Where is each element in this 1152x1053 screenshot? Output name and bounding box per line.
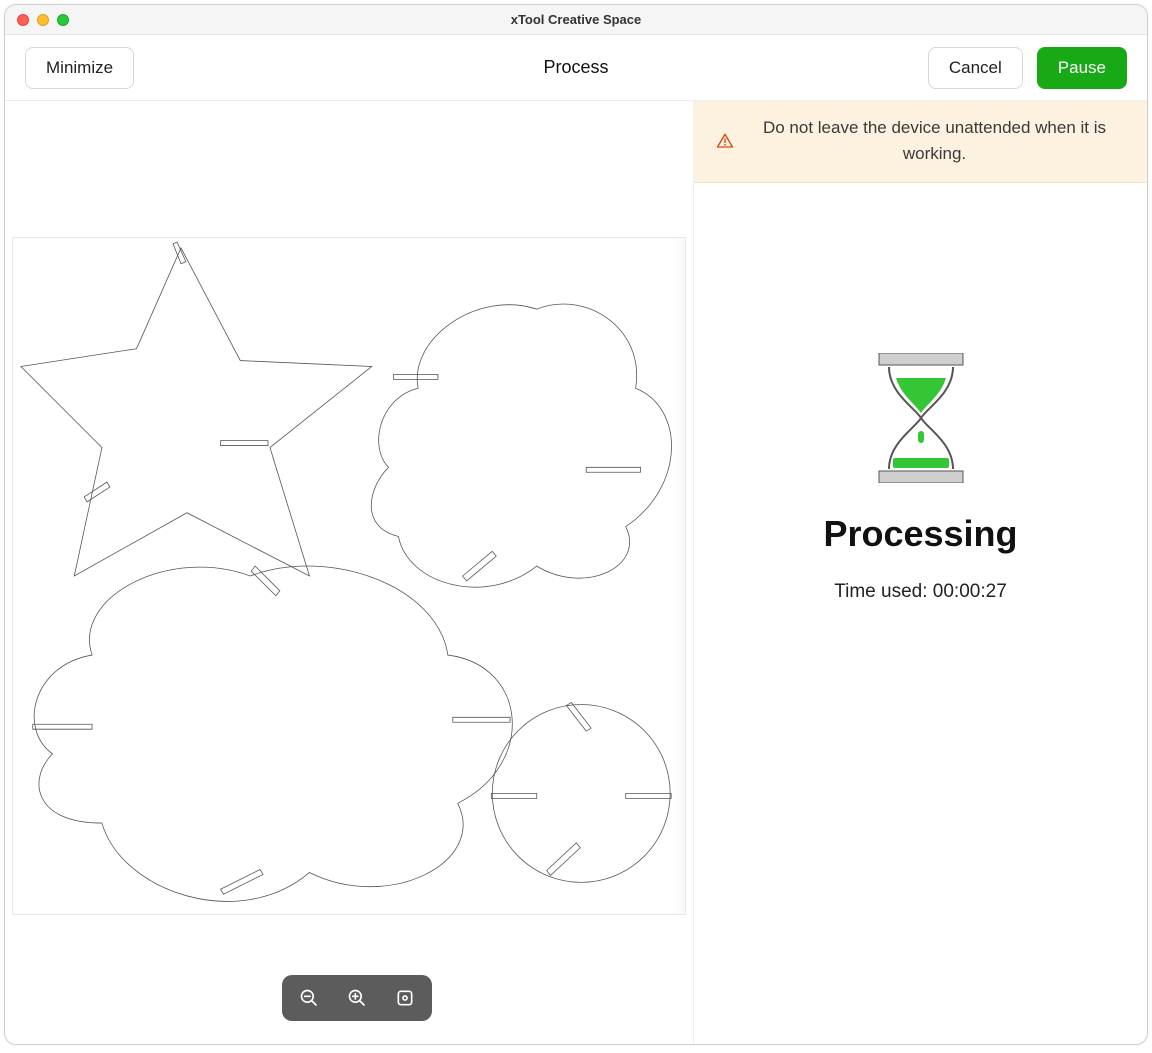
zoom-out-icon	[299, 988, 319, 1008]
canvas-wrap	[12, 101, 686, 1037]
status-subtitle: Time used: 00:00:27	[834, 581, 1007, 603]
traffic-lights	[17, 14, 69, 26]
window-close-button[interactable]	[17, 14, 29, 26]
warning-banner: Do not leave the device unattended when …	[694, 101, 1147, 183]
cancel-button[interactable]: Cancel	[928, 47, 1023, 89]
zoom-toolbar	[282, 975, 432, 1021]
status-pane: Do not leave the device unattended when …	[693, 101, 1147, 1044]
zoom-out-button[interactable]	[292, 981, 326, 1015]
window-title: xTool Creative Space	[5, 12, 1147, 27]
canvas[interactable]	[12, 237, 686, 915]
app-window: xTool Creative Space Minimize Process Ca…	[4, 4, 1148, 1045]
titlebar: xTool Creative Space	[5, 5, 1147, 35]
window-maximize-button[interactable]	[57, 14, 69, 26]
status-title: Processing	[823, 513, 1017, 555]
zoom-fit-button[interactable]	[388, 981, 422, 1015]
hourglass-icon	[871, 353, 971, 483]
status-area: Processing Time used: 00:00:27	[694, 183, 1147, 1044]
zoom-in-button[interactable]	[340, 981, 374, 1015]
zoom-in-icon	[347, 988, 367, 1008]
warning-text: Do not leave the device unattended when …	[744, 115, 1125, 168]
preview-pane	[5, 101, 693, 1044]
time-used-value: 00:00:27	[933, 581, 1007, 602]
shape-star	[21, 248, 372, 576]
warning-icon	[716, 132, 734, 150]
time-used-label: Time used:	[834, 581, 933, 602]
toolbar: Minimize Process Cancel Pause	[5, 35, 1147, 101]
pause-button[interactable]: Pause	[1037, 47, 1127, 89]
body: Do not leave the device unattended when …	[5, 101, 1147, 1044]
minimize-button[interactable]: Minimize	[25, 47, 134, 89]
zoom-fit-icon	[395, 988, 415, 1008]
window-minimize-button[interactable]	[37, 14, 49, 26]
shape-cloud-top	[371, 304, 671, 587]
shape-cloud-bottom	[34, 566, 512, 901]
cut-preview-svg	[13, 238, 685, 914]
